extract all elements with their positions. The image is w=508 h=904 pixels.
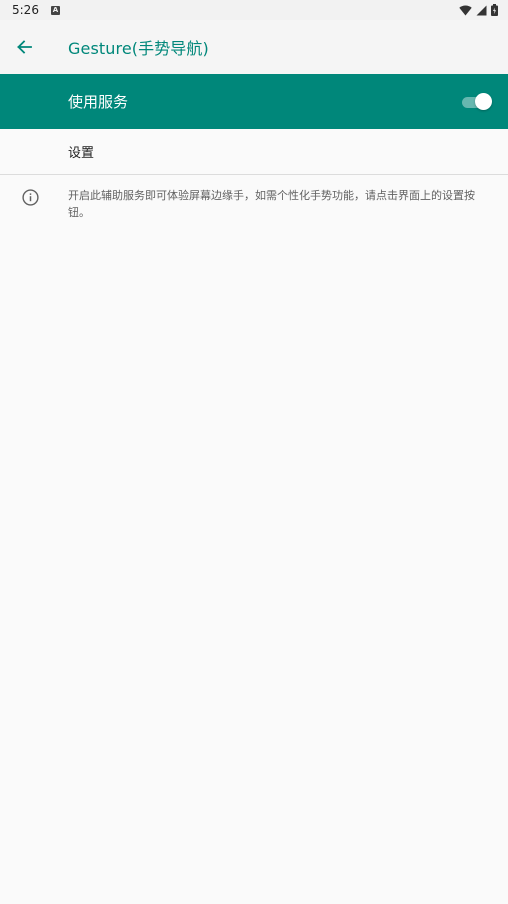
info-icon-wrap — [0, 187, 68, 206]
settings-label: 设置 — [68, 146, 95, 161]
status-right — [459, 4, 498, 16]
page-title: Gesture(手势导航) — [68, 39, 209, 58]
info-text: 开启此辅助服务即可体验屏幕边缘手，如需个性化手势功能，请点击界面上的设置按钮。 — [68, 189, 475, 219]
wifi-icon — [459, 4, 472, 15]
use-service-toggle[interactable] — [462, 92, 492, 112]
status-time: 5:26 — [12, 3, 39, 17]
use-service-switch-row[interactable]: 使用服务 — [0, 74, 508, 129]
back-button[interactable] — [0, 20, 48, 74]
status-left: 5:26 A — [12, 3, 60, 17]
settings-item[interactable]: 设置 — [0, 129, 508, 175]
notification-letter: A — [52, 6, 59, 14]
battery-icon — [491, 4, 498, 16]
info-footer: 开启此辅助服务即可体验屏幕边缘手，如需个性化手势功能，请点击界面上的设置按钮。 — [0, 175, 508, 221]
use-service-label: 使用服务 — [68, 93, 129, 111]
notification-icon: A — [50, 5, 60, 15]
status-bar: 5:26 A — [0, 0, 508, 20]
toggle-thumb — [475, 92, 492, 110]
signal-icon — [476, 5, 487, 15]
info-icon — [21, 189, 39, 206]
arrow-back-icon — [17, 40, 32, 54]
app-bar: Gesture(手势导航) — [0, 20, 508, 74]
